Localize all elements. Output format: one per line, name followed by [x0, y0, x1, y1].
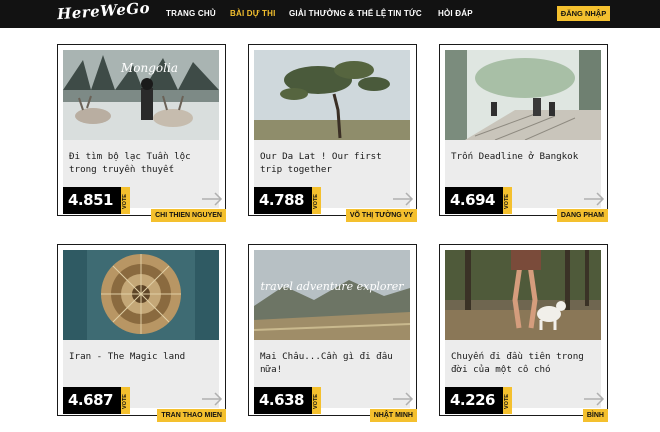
arrow-right-icon[interactable]	[583, 192, 605, 206]
arrow-right-icon[interactable]	[583, 392, 605, 406]
entry-title[interactable]: Our Da Lat ! Our first trip together	[260, 150, 406, 176]
entry-card[interactable]: Trốn Deadline ở Bangkok 4.694 VOTE DANG …	[439, 44, 608, 222]
photo-caption: travel adventure explorer	[260, 280, 404, 293]
entry-title[interactable]: Mai Châu...Cần gì đi đâu nữa!	[260, 350, 406, 376]
vote-label: VOTE	[504, 194, 510, 209]
vote-button[interactable]: VOTE	[312, 387, 321, 414]
arrow-right-icon[interactable]	[201, 392, 223, 406]
pine-tree-photo[interactable]	[254, 50, 410, 140]
login-button[interactable]: ĐĂNG NHẬP	[557, 6, 610, 21]
nav-item-entries[interactable]: BÀI DỰ THI	[230, 9, 276, 18]
nav-item-home[interactable]: TRANG CHỦ	[166, 9, 216, 18]
vote-button[interactable]: VOTE	[121, 187, 130, 214]
entry-card-body: travel adventure explorer Mai Châu...Cần…	[254, 250, 414, 414]
author-name[interactable]: DANG PHAM	[556, 209, 608, 222]
mosque-dome-photo[interactable]	[63, 250, 219, 340]
entry-title[interactable]: Trốn Deadline ở Bangkok	[451, 150, 597, 163]
entry-card-body: Iran - The Magic land 4.687 VOTE	[63, 250, 223, 414]
entry-card-body: Trốn Deadline ở Bangkok 4.694 VOTE	[445, 50, 605, 214]
site-logo[interactable]: HereWeGo	[56, 0, 150, 23]
vote-button[interactable]: VOTE	[312, 187, 321, 214]
entry-card[interactable]: Chuyến đi đầu tiên trong đời của một cô …	[439, 244, 608, 422]
entry-title[interactable]: Chuyến đi đầu tiên trong đời của một cô …	[451, 350, 597, 376]
vote-score: 4.788	[254, 187, 312, 214]
entry-title[interactable]: Đi tìm bộ lạc Tuần lộc trong truyền thuy…	[69, 150, 215, 176]
vote-label: VOTE	[122, 394, 128, 409]
entry-card[interactable]: Our Da Lat ! Our first trip together 4.7…	[248, 44, 417, 222]
vote-button[interactable]: VOTE	[503, 187, 512, 214]
vote-button[interactable]: VOTE	[121, 387, 130, 414]
arrow-right-icon[interactable]	[201, 192, 223, 206]
vote-score: 4.226	[445, 387, 503, 414]
author-name[interactable]: CHI THIEN NGUYEN	[151, 209, 226, 222]
entry-card[interactable]: Mongolia Đi tìm bộ lạc Tuần lộc trong tr…	[57, 44, 226, 222]
author-name[interactable]: BÌNH	[582, 409, 608, 422]
entry-card-body: Chuyến đi đầu tiên trong đời của một cô …	[445, 250, 605, 414]
arrow-right-icon[interactable]	[392, 192, 414, 206]
entry-card-body: Our Da Lat ! Our first trip together 4.7…	[254, 50, 414, 214]
vote-label: VOTE	[504, 394, 510, 409]
author-name[interactable]: TRAN THAO MIEN	[157, 409, 226, 422]
dog-walk-photo[interactable]	[445, 250, 601, 340]
entry-card-body: Mongolia Đi tìm bộ lạc Tuần lộc trong tr…	[63, 50, 223, 214]
vote-score: 4.638	[254, 387, 312, 414]
vote-label: VOTE	[313, 194, 319, 209]
valley-photo[interactable]: travel adventure explorer	[254, 250, 410, 340]
vote-score: 4.851	[63, 187, 121, 214]
author-name[interactable]: NHẬT MINH	[369, 409, 417, 422]
vote-label: VOTE	[122, 194, 128, 209]
vote-score: 4.694	[445, 187, 503, 214]
entry-title[interactable]: Iran - The Magic land	[69, 350, 215, 363]
arrow-right-icon[interactable]	[392, 392, 414, 406]
nav-item-faq[interactable]: HỎI ĐÁP	[438, 9, 473, 18]
photo-caption: Mongolia	[120, 61, 178, 75]
top-navbar: HereWeGo TRANG CHỦ BÀI DỰ THI GIẢI THƯỞN…	[0, 0, 660, 28]
author-name[interactable]: VÕ THỊ TƯỜNG VY	[345, 209, 417, 222]
nav-item-news[interactable]: TIN TỨC	[388, 9, 422, 18]
vote-label: VOTE	[313, 394, 319, 409]
cafe-garden-photo[interactable]	[445, 50, 601, 140]
nav-item-prizes-rules[interactable]: GIẢI THƯỞNG & THỂ LỆ	[289, 9, 386, 18]
entry-card[interactable]: travel adventure explorer Mai Châu...Cần…	[248, 244, 417, 422]
vote-score: 4.687	[63, 387, 121, 414]
vote-button[interactable]: VOTE	[503, 387, 512, 414]
reindeer-photo[interactable]: Mongolia	[63, 50, 219, 140]
entry-card[interactable]: Iran - The Magic land 4.687 VOTE TRAN TH…	[57, 244, 226, 422]
